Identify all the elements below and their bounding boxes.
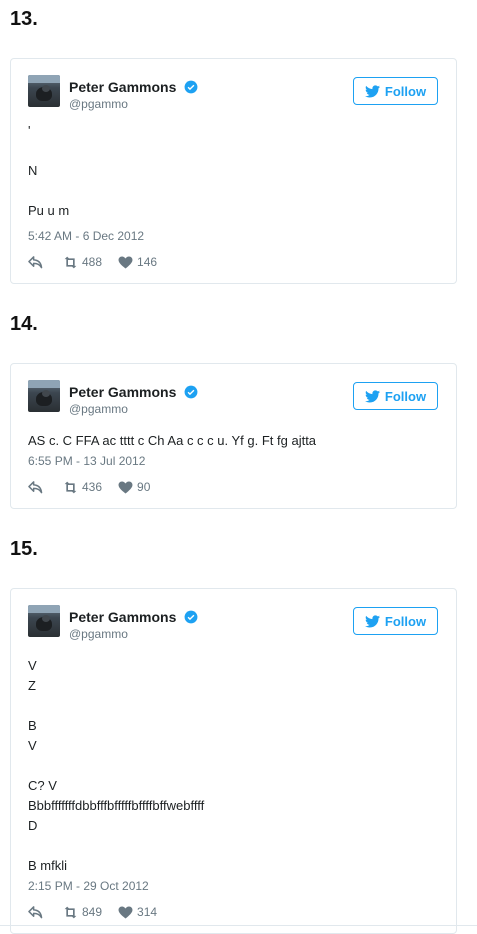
- tweet-text: AS c. C FFA ac tttt c Ch Aa c c c u. Yf …: [28, 433, 317, 448]
- tweet-text: ' N Pu u m: [28, 123, 70, 218]
- author-handle[interactable]: @pgammo: [69, 627, 128, 641]
- author-handle[interactable]: @pgammo: [69, 402, 128, 416]
- author-handle[interactable]: @pgammo: [69, 97, 128, 111]
- follow-button[interactable]: Follow: [353, 607, 438, 635]
- retweet-count: 436: [82, 480, 103, 494]
- like-button[interactable]: 90: [118, 480, 150, 494]
- retweet-count: 488: [82, 255, 103, 269]
- retweet-button[interactable]: 436: [63, 480, 102, 494]
- reply-button[interactable]: [28, 255, 47, 269]
- reply-icon: [28, 480, 43, 493]
- author-name-row[interactable]: Peter Gammons: [69, 79, 198, 95]
- retweet-button[interactable]: 488: [63, 255, 102, 269]
- author-name-row[interactable]: Peter Gammons: [69, 384, 198, 400]
- like-count: 90: [137, 480, 151, 494]
- twitter-bird-icon: [364, 389, 380, 402]
- tweet-timestamp[interactable]: 6:55 PM - 13 Jul 2012: [28, 454, 145, 468]
- retweet-count: 849: [82, 905, 103, 919]
- tweet-actions: 436 90: [28, 480, 166, 494]
- heart-icon: [118, 255, 133, 269]
- reply-button[interactable]: [28, 905, 47, 919]
- tweet-card[interactable]: Peter Gammons @pgammo Follow V Z B V C? …: [10, 588, 457, 934]
- like-button[interactable]: 314: [118, 905, 157, 919]
- retweet-button[interactable]: 849: [63, 905, 102, 919]
- twitter-bird-icon: [364, 614, 380, 627]
- verified-badge-icon: [184, 80, 198, 94]
- follow-label: Follow: [384, 388, 427, 404]
- follow-label: Follow: [384, 613, 427, 629]
- tweet-actions: 849 314: [28, 905, 173, 919]
- retweet-icon: [64, 906, 77, 918]
- reply-icon: [28, 905, 43, 918]
- divider: [0, 925, 477, 926]
- like-button[interactable]: 146: [118, 255, 157, 269]
- tweet-text: V Z B V C? V Bbbfffffffdbbfffbfffffbffff…: [28, 658, 205, 873]
- author-name[interactable]: Peter Gammons: [69, 384, 176, 400]
- tweet-timestamp[interactable]: 2:15 PM - 29 Oct 2012: [28, 879, 149, 893]
- retweet-icon: [64, 256, 77, 268]
- follow-button[interactable]: Follow: [353, 77, 438, 105]
- section-number: 13.: [10, 8, 38, 30]
- tweet-timestamp[interactable]: 5:42 AM - 6 Dec 2012: [28, 229, 144, 243]
- author-name[interactable]: Peter Gammons: [69, 609, 176, 625]
- tweet-card[interactable]: Peter Gammons @pgammo Follow ' N Pu u m …: [10, 58, 457, 284]
- avatar[interactable]: [28, 75, 60, 107]
- author-name[interactable]: Peter Gammons: [69, 79, 176, 95]
- section-number: 14.: [10, 313, 38, 335]
- author-name-row[interactable]: Peter Gammons: [69, 609, 198, 625]
- tweet-actions: 488 146: [28, 255, 173, 269]
- verified-badge-icon: [184, 385, 198, 399]
- avatar[interactable]: [28, 605, 60, 637]
- follow-label: Follow: [384, 83, 427, 99]
- twitter-bird-icon: [364, 84, 380, 97]
- heart-icon: [118, 905, 133, 919]
- like-count: 146: [137, 255, 158, 269]
- heart-icon: [118, 480, 133, 494]
- reply-button[interactable]: [28, 480, 47, 494]
- retweet-icon: [64, 481, 77, 493]
- follow-button[interactable]: Follow: [353, 382, 438, 410]
- verified-badge-icon: [184, 610, 198, 624]
- reply-icon: [28, 255, 43, 268]
- tweet-card[interactable]: Peter Gammons @pgammo Follow AS c. C FFA…: [10, 363, 457, 509]
- section-number: 15.: [10, 538, 38, 560]
- like-count: 314: [137, 905, 158, 919]
- avatar[interactable]: [28, 380, 60, 412]
